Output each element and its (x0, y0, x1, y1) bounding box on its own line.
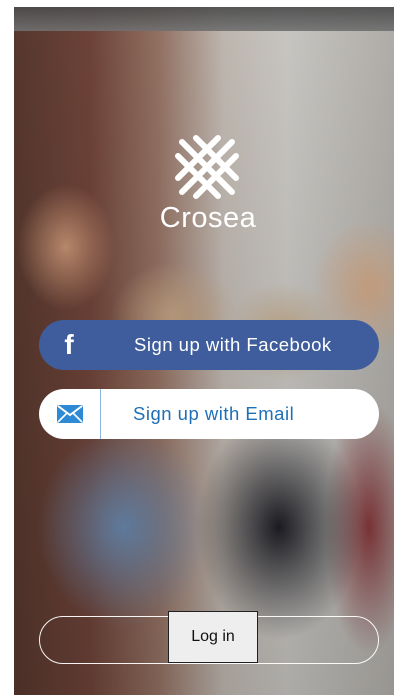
mail-icon (39, 389, 101, 439)
facebook-icon: f (64, 329, 74, 360)
crosea-logo-icon (175, 135, 239, 199)
signup-facebook-label: Sign up with Facebook (134, 334, 332, 355)
background-photo: Crosea f Sign up with Facebook Sign up w… (14, 7, 394, 695)
signup-facebook-button[interactable]: f Sign up with Facebook (39, 320, 379, 370)
status-bar (14, 7, 394, 31)
login-label[interactable]: Log in (168, 611, 258, 663)
signup-email-button[interactable]: Sign up with Email (39, 389, 379, 439)
app-name: Crosea (159, 202, 257, 234)
signup-email-label: Sign up with Email (133, 403, 295, 424)
